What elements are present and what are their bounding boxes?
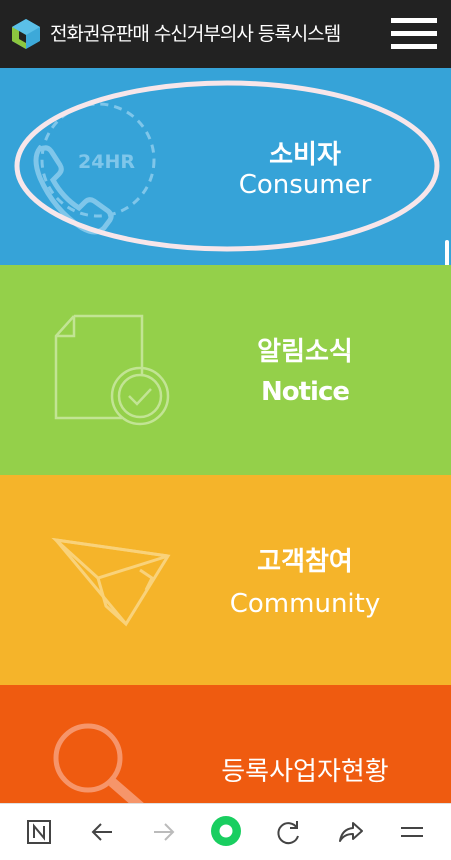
hamburger-menu-icon[interactable] (391, 18, 437, 50)
browser-bottom-bar (0, 803, 451, 860)
share-icon[interactable] (337, 818, 365, 846)
tile-notice-title-ko: 알림소식 (257, 337, 353, 367)
tile-community[interactable]: 고객참여 Community (0, 475, 451, 685)
cube-logo-icon[interactable] (10, 18, 42, 50)
document-check-icon (54, 314, 170, 426)
app-header: 전화권유판매 수신거부의사 등록시스템 (0, 0, 451, 68)
magnifier-icon (53, 723, 144, 803)
menu-lines-icon[interactable] (398, 818, 426, 846)
back-arrow-icon[interactable] (88, 818, 116, 846)
page-title: 전화권유판매 수신거부의사 등록시스템 (50, 23, 341, 45)
refresh-icon[interactable] (275, 818, 303, 846)
tile-consumer-title-en: Consumer (238, 170, 372, 200)
tile-community-title-en: Community (229, 589, 381, 619)
naver-n-icon[interactable] (25, 818, 53, 846)
paper-plane-icon (51, 537, 171, 627)
tile-consumer[interactable]: 24HR 소비자 Consumer (0, 68, 451, 265)
home-circle-icon[interactable] (209, 814, 243, 848)
tile-notice[interactable]: 알림소식 Notice (0, 265, 451, 475)
tile-registered-businesses[interactable]: 등록사업자현황 (0, 685, 451, 803)
forward-arrow-icon[interactable] (150, 818, 178, 846)
tile-notice-title-en: Notice (260, 377, 350, 407)
tile-community-title-ko: 고객참여 (257, 547, 353, 577)
tile-consumer-title-ko: 소비자 (269, 140, 341, 170)
tile-registered-title-ko: 등록사업자현황 (221, 757, 389, 787)
